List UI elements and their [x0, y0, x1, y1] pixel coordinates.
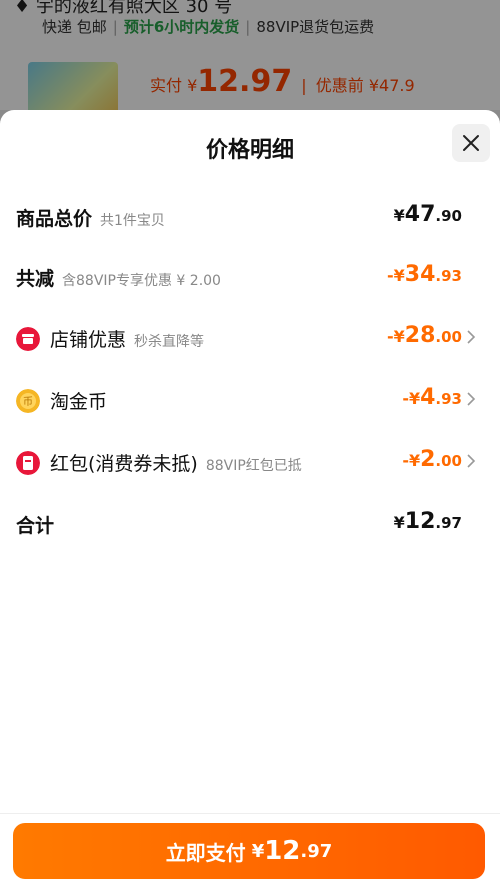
taojinbi-coin-icon: 币: [16, 389, 40, 413]
pay-now-yen: ¥: [251, 840, 265, 862]
chevron-right-icon: [467, 392, 476, 406]
background-page: ♦ 宇的液红有照大区 30 号 快递 包邮 | 预计6小时内发货 | 88VIP退货包运…: [0, 0, 500, 110]
red-packet-label: 红包(消费券未抵) 88VIP红包已抵: [50, 453, 302, 475]
taojinbi-amount: -¥4.93: [402, 385, 462, 410]
overlay-dim[interactable]: [0, 0, 500, 110]
svg-text:币: 币: [23, 396, 33, 408]
goods-total-sub: 共1件宝贝: [100, 213, 165, 229]
sheet-title: 价格明细: [205, 138, 294, 163]
chevron-right-icon: [467, 454, 476, 468]
store-discount-icon: [16, 327, 40, 351]
row-red-packet[interactable]: 红包(消费券未抵) 88VIP红包已抵 -¥2.00: [0, 443, 500, 483]
row-grand-total: 合计 ¥12.97: [0, 505, 500, 545]
store-discount-label: 店铺优惠 秒杀直降等: [50, 329, 205, 351]
close-button[interactable]: [452, 124, 490, 162]
row-goods-total: 商品总价 共1件宝贝 ¥47.90: [0, 198, 500, 238]
pay-now-int: 12: [264, 836, 301, 866]
red-packet-icon: [16, 451, 40, 475]
pay-now-button[interactable]: 立即支付 ¥12.97: [13, 823, 485, 879]
footer-divider: [0, 813, 500, 814]
pay-now-dec: .97: [300, 840, 333, 862]
total-discount-sub: 含88VIP专享优惠 ¥ 2.00: [62, 273, 221, 289]
pay-now-label: 立即支付: [165, 840, 246, 865]
grand-total-label: 合计: [16, 515, 55, 537]
price-detail-sheet: 价格明细 商品总价 共1件宝贝 ¥47.90 共减 含88VIP专享优惠 ¥ 2.0…: [0, 110, 500, 884]
store-discount-amount: -¥28.00: [387, 323, 462, 348]
grand-total-amount: ¥12.97: [393, 509, 462, 534]
red-packet-amount: -¥2.00: [402, 447, 462, 472]
row-store-discount[interactable]: 店铺优惠 秒杀直降等 -¥28.00: [0, 319, 500, 359]
total-discount-amount: -¥34.93: [387, 262, 462, 287]
chevron-right-icon: [467, 330, 476, 344]
row-total-discount: 共减 含88VIP专享优惠 ¥ 2.00 -¥34.93: [0, 258, 500, 298]
taojinbi-label: 淘金币: [50, 391, 108, 413]
row-taojinbi[interactable]: 币 淘金币 -¥4.93: [0, 381, 500, 421]
close-icon: [463, 135, 479, 151]
red-packet-sub: 88VIP红包已抵: [205, 458, 302, 474]
goods-total-label: 商品总价 共1件宝贝: [16, 208, 165, 230]
total-discount-label: 共减 含88VIP专享优惠 ¥ 2.00: [16, 268, 221, 290]
goods-total-amount: ¥47.90: [393, 202, 462, 227]
store-discount-sub: 秒杀直降等: [134, 334, 205, 350]
